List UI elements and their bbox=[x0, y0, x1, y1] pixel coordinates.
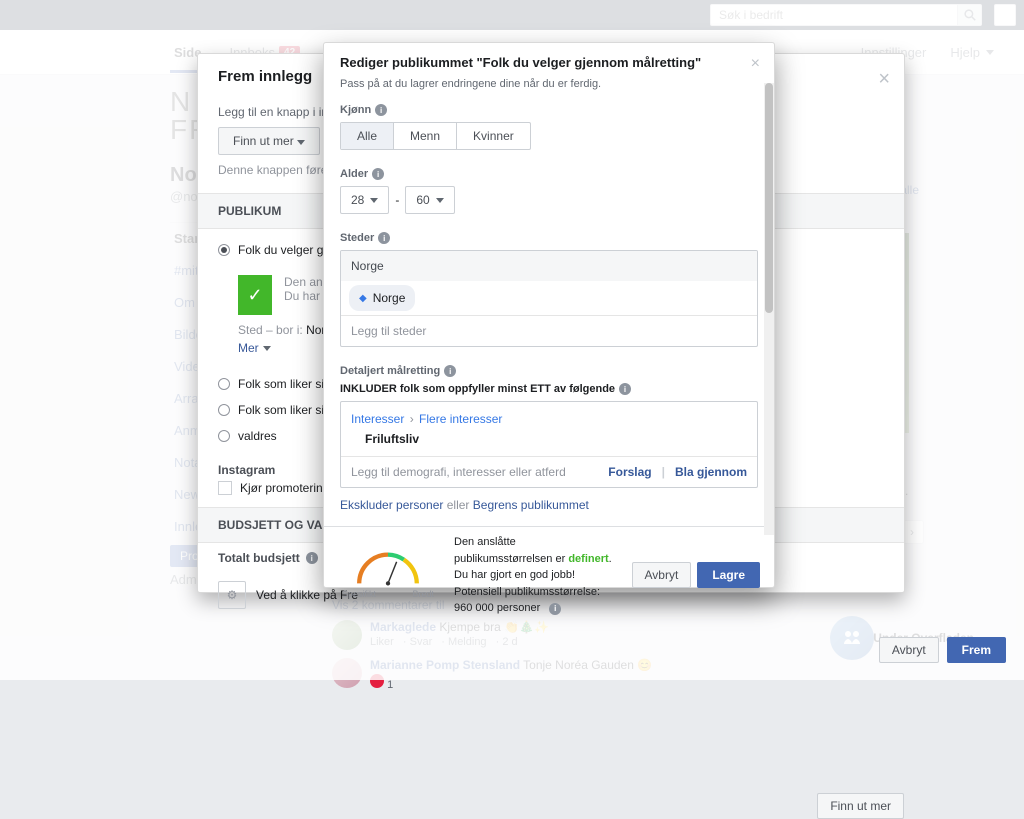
gear-icon: ⚙ bbox=[227, 588, 238, 602]
info-icon[interactable]: i bbox=[444, 365, 456, 377]
places-box: Norge ◆ Norge Legg til steder bbox=[340, 250, 758, 347]
info-icon[interactable]: i bbox=[372, 168, 384, 180]
gauge-right-label: Bredt bbox=[412, 589, 434, 599]
radio-icon bbox=[218, 404, 230, 416]
exclude-persons[interactable]: Ekskluder personer bbox=[340, 498, 443, 512]
gender-all[interactable]: Alle bbox=[341, 123, 394, 149]
modal1-frem[interactable]: Frem bbox=[947, 637, 1006, 663]
check-icon: ✓ bbox=[238, 275, 272, 315]
age-to-select[interactable]: 60 bbox=[405, 186, 454, 214]
include-label: INKLUDER folk som oppfyller minst ETT av… bbox=[340, 383, 758, 395]
age-range: 28 - 60 bbox=[340, 186, 758, 214]
age-from-select[interactable]: 28 bbox=[340, 186, 389, 214]
info-icon[interactable]: i bbox=[549, 603, 561, 615]
edit-audience-modal: Rediger publikummet "Folk du velger gjen… bbox=[323, 42, 775, 588]
places-label: Steder i bbox=[340, 232, 758, 244]
modal2-close[interactable]: × bbox=[751, 55, 760, 73]
interest-placeholder[interactable]: Legg til demografi, interesser eller atf… bbox=[351, 465, 566, 479]
modal2-note: Pass på at du lagrer endringene dine når… bbox=[340, 78, 758, 90]
limit-audience[interactable]: Begrens publikummet bbox=[473, 498, 589, 512]
age-dash: - bbox=[395, 193, 399, 207]
chevron-down-icon bbox=[370, 198, 378, 203]
gender-men[interactable]: Menn bbox=[394, 123, 457, 149]
scroll-thumb[interactable] bbox=[765, 83, 773, 313]
react-count: 1 bbox=[387, 679, 393, 691]
interest-cat[interactable]: Interesser bbox=[351, 412, 404, 426]
chevron-down-icon bbox=[436, 198, 444, 203]
modal2-lagre[interactable]: Lagre bbox=[697, 562, 760, 588]
modal1-close[interactable]: × bbox=[878, 68, 890, 91]
gauge-icon bbox=[344, 551, 432, 587]
place-input[interactable]: Legg til steder bbox=[341, 315, 757, 346]
arrow-icon: › bbox=[410, 412, 414, 426]
sted-label: Sted – bor i: bbox=[238, 323, 303, 337]
exclude-row: Ekskluder personer eller Begrens publiku… bbox=[340, 498, 758, 512]
interest-value[interactable]: Friluftsliv bbox=[351, 432, 747, 446]
suggest-link[interactable]: Forslag bbox=[608, 465, 651, 479]
modal2-body: Pass på at du lagrer endringene dine når… bbox=[324, 78, 774, 526]
gender-women[interactable]: Kvinner bbox=[457, 123, 530, 149]
info-icon[interactable]: i bbox=[378, 232, 390, 244]
browse-link[interactable]: Bla gjennom bbox=[675, 465, 747, 479]
radio-icon bbox=[218, 244, 230, 256]
interest-sub[interactable]: Flere interesser bbox=[419, 412, 502, 426]
modal2-avbryt[interactable]: Avbryt bbox=[632, 562, 692, 588]
chevron-down-icon bbox=[263, 346, 271, 351]
modal2-scrollbar[interactable] bbox=[764, 83, 774, 535]
chevron-down-icon bbox=[297, 140, 305, 145]
radio-icon bbox=[218, 378, 230, 390]
place-category: Norge bbox=[341, 251, 757, 281]
gauge: Spesifikt Bredt bbox=[338, 551, 438, 599]
gender-segment: Alle Menn Kvinner bbox=[340, 122, 531, 150]
age-label: Alder i bbox=[340, 168, 758, 180]
finnmer-dropdown[interactable]: Finn ut mer bbox=[218, 127, 320, 155]
checkbox-icon bbox=[218, 481, 232, 495]
gauge-left-label: Spesifikt bbox=[342, 589, 376, 599]
modal1-avbryt[interactable]: Avbryt bbox=[879, 637, 939, 663]
modal2-footer: Spesifikt Bredt Den anslåtte publikumsst… bbox=[324, 526, 774, 624]
finnmer-button[interactable]: Finn ut mer bbox=[817, 793, 904, 819]
info-icon[interactable]: i bbox=[375, 104, 387, 116]
gear-button[interactable]: ⚙ bbox=[218, 581, 246, 609]
radio-icon bbox=[218, 430, 230, 442]
audience-result: Den anslåtte publikumsstørrelsen er defi… bbox=[454, 534, 616, 617]
info-icon[interactable]: i bbox=[306, 552, 318, 564]
info-icon[interactable]: i bbox=[619, 383, 631, 395]
modal2-title: Rediger publikummet "Folk du velger gjen… bbox=[324, 43, 774, 78]
pin-icon: ◆ bbox=[359, 293, 367, 304]
interest-box: Interesser › Flere interesser Friluftsli… bbox=[340, 401, 758, 488]
detail-label: Detaljert målretting i bbox=[340, 365, 758, 377]
place-tag[interactable]: ◆ Norge bbox=[349, 285, 415, 311]
gender-label: Kjønn i bbox=[340, 104, 758, 116]
